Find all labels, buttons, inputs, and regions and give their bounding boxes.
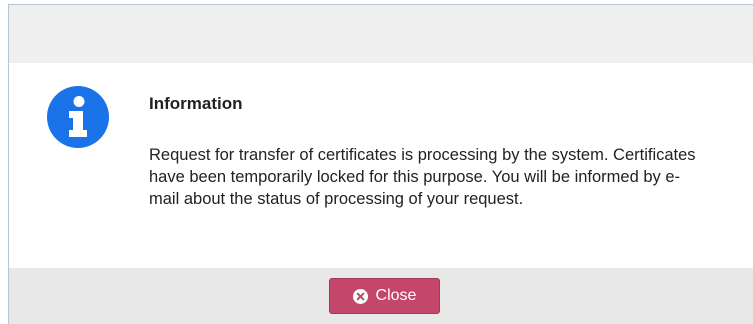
dialog-header [9, 5, 753, 63]
dialog-title: Information [149, 94, 243, 113]
times-circle-icon [352, 288, 368, 304]
dialog-body: Information Request for transfer of cert… [9, 63, 753, 268]
dialog-message: Request for transfer of certificates is … [149, 146, 696, 208]
info-circle-icon [47, 86, 109, 148]
dialog-footer: Close [9, 268, 753, 324]
close-button-label: Close [375, 287, 417, 304]
information-dialog: Information Request for transfer of cert… [8, 4, 753, 324]
close-button[interactable]: Close [329, 278, 440, 314]
